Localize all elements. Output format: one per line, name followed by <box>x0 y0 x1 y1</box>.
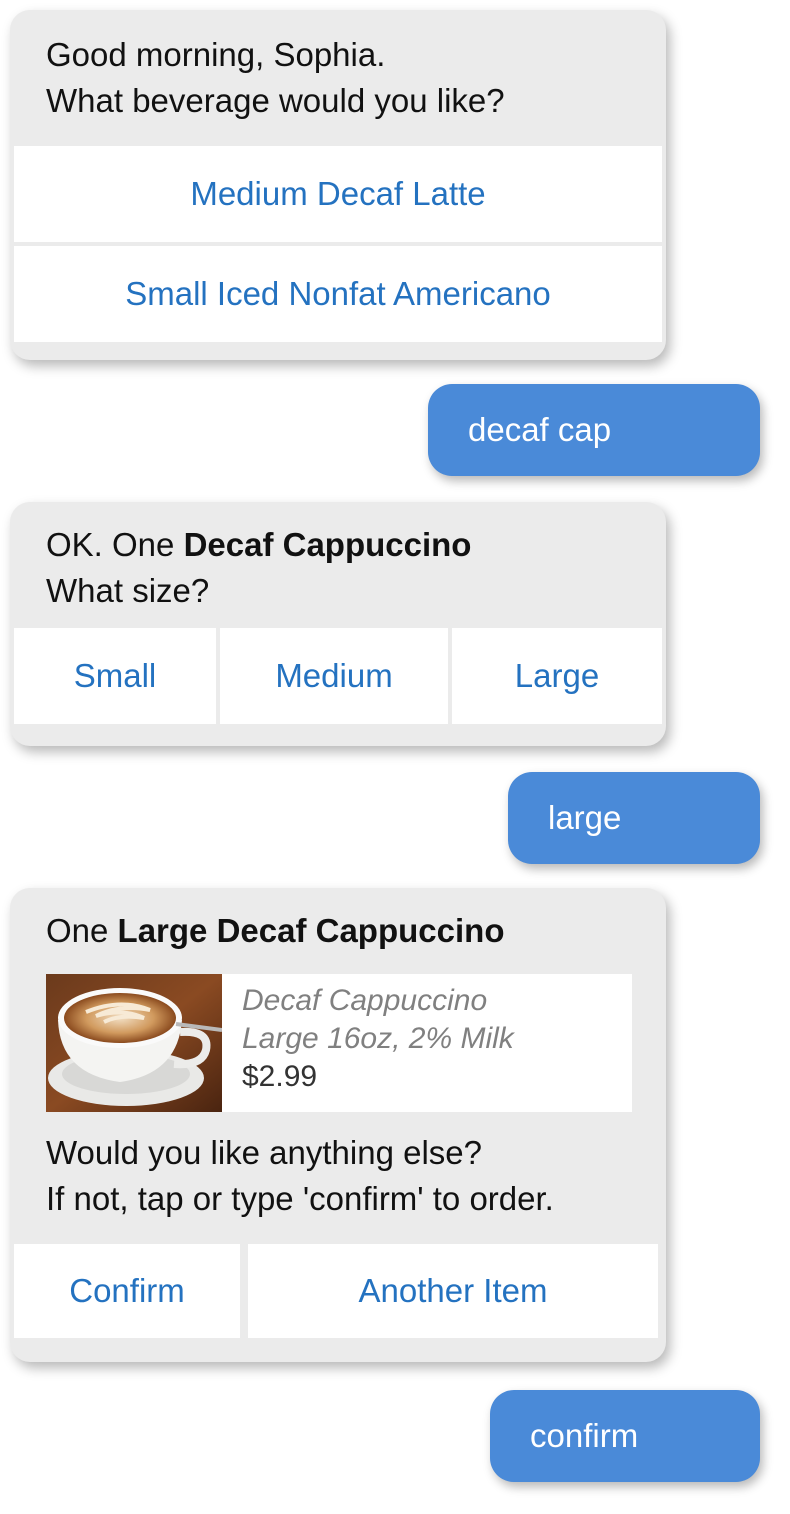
user-message-confirm: confirm <box>490 1390 760 1482</box>
bot-message-order-summary: One Large Decaf Cappuccino Decaf Cappucc… <box>10 888 666 1362</box>
product-name: Decaf Cappuccino <box>242 984 488 1017</box>
user-message-decaf-cap: decaf cap <box>428 384 760 476</box>
quick-reply-small-iced-nonfat-americano[interactable]: Small Iced Nonfat Americano <box>14 246 662 342</box>
quick-replies-confirm: Confirm Another Item <box>14 1244 658 1338</box>
anything-else-text: Would you like anything else? If not, ta… <box>10 1130 590 1222</box>
quick-reply-large[interactable]: Large <box>452 628 662 724</box>
product-card[interactable]: Decaf Cappuccino Large 16oz, 2% Milk $2.… <box>46 974 632 1112</box>
quick-replies-size: Small Medium Large <box>14 628 662 724</box>
order-prefix: OK. One <box>46 526 175 563</box>
beverage-question: What beverage would you like? <box>46 82 505 119</box>
order-summary-heading: One Large Decaf Cappuccino <box>10 888 666 954</box>
product-details: Large 16oz, 2% Milk <box>242 1022 514 1055</box>
size-question: What size? <box>46 572 210 609</box>
summary-item-name: Large Decaf Cappuccino <box>117 912 505 949</box>
user-message-text: large <box>548 799 622 836</box>
summary-prefix: One <box>46 912 109 949</box>
quick-reply-small[interactable]: Small <box>14 628 216 724</box>
bot-message-greeting: Good morning, Sophia. What beverage woul… <box>10 10 666 360</box>
bot-message-size: OK. One Decaf Cappuccino What size? Smal… <box>10 502 666 746</box>
size-prompt-text: OK. One Decaf Cappuccino What size? <box>10 502 666 614</box>
coffee-cup-photo <box>46 974 222 1112</box>
user-message-text: confirm <box>530 1417 639 1454</box>
order-line: OK. One Decaf Cappuccino <box>46 522 630 568</box>
quick-reply-medium-decaf-latte[interactable]: Medium Decaf Latte <box>14 146 662 242</box>
quick-reply-confirm[interactable]: Confirm <box>14 1244 240 1338</box>
product-info: Decaf Cappuccino Large 16oz, 2% Milk $2.… <box>222 974 514 1112</box>
order-item-name: Decaf Cappuccino <box>183 526 472 563</box>
anything-else-question: Would you like anything else? <box>46 1134 482 1171</box>
user-message-text: decaf cap <box>468 411 612 448</box>
confirm-instructions: If not, tap or type 'confirm' to order. <box>46 1180 554 1217</box>
user-message-large: large <box>508 772 760 864</box>
greeting-line: Good morning, Sophia. <box>46 36 386 73</box>
product-price: $2.99 <box>242 1060 318 1093</box>
greeting-text: Good morning, Sophia. What beverage woul… <box>10 10 666 124</box>
quick-reply-another-item[interactable]: Another Item <box>248 1244 658 1338</box>
quick-reply-medium[interactable]: Medium <box>220 628 448 724</box>
quick-replies-beverage: Medium Decaf Latte Small Iced Nonfat Ame… <box>14 146 662 342</box>
